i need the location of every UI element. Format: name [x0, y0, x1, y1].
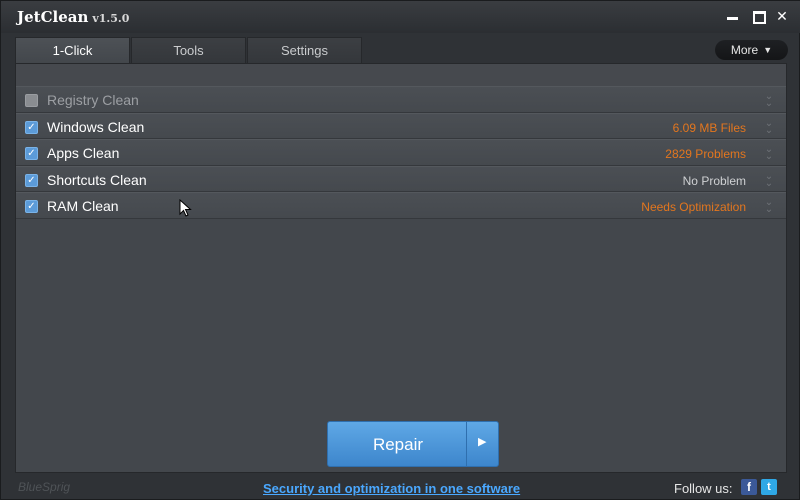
twitter-icon[interactable]: t: [761, 479, 777, 495]
shortcuts-checkbox[interactable]: ✓: [25, 173, 38, 187]
panel-header: [16, 64, 786, 86]
app-window: JetClean v1.5.0 ✕ 1-Click Tools Settings …: [0, 0, 800, 500]
clean-item-status: 2829 Problems: [665, 147, 746, 161]
app-version: v1.5.0: [92, 12, 130, 25]
expand-icon[interactable]: ⌄ ⌄: [764, 171, 774, 188]
repair-button[interactable]: Repair ▶: [327, 421, 499, 467]
registry-checkbox[interactable]: ✓: [25, 94, 38, 107]
tagline-link[interactable]: Security and optimization in one softwar…: [263, 481, 520, 496]
expand-icon[interactable]: ⌄ ⌄: [764, 145, 774, 162]
ram-checkbox[interactable]: ✓: [25, 200, 38, 213]
facebook-icon[interactable]: f: [741, 479, 757, 495]
clean-item-apps[interactable]: ✓ Apps Clean 2829 Problems ⌄ ⌄: [16, 139, 786, 166]
minimize-icon[interactable]: [723, 6, 743, 26]
close-icon[interactable]: ✕: [772, 6, 792, 26]
clean-panel: ✓ Registry Clean ⌄⌄ ✓ Windows Clean 6.09…: [15, 63, 787, 473]
maximize-icon[interactable]: [749, 6, 769, 26]
clean-item-status: Needs Optimization: [641, 200, 746, 214]
expand-icon[interactable]: ⌄ ⌄: [764, 92, 774, 109]
clean-item-registry[interactable]: ✓ Registry Clean ⌄⌄: [16, 86, 786, 113]
arrow-right-icon[interactable]: ▶: [478, 435, 486, 448]
brand-logo: BlueSprig: [18, 480, 71, 494]
tab-settings[interactable]: Settings: [247, 37, 362, 63]
clean-item-label: RAM Clean: [47, 198, 119, 214]
app-name: JetClean: [17, 8, 89, 26]
repair-divider: [466, 422, 467, 466]
clean-item-label: Windows Clean: [47, 118, 145, 135]
clean-item-label: Apps Clean: [47, 145, 120, 161]
clean-item-label: Registry Clean: [47, 92, 139, 108]
clean-item-windows[interactable]: ✓ Windows Clean 6.09 MB Files ⌄ ⌄: [16, 112, 786, 139]
windows-checkbox[interactable]: ✓: [25, 120, 38, 134]
clean-item-status: 6.09 MB Files: [672, 120, 746, 135]
apps-checkbox[interactable]: ✓: [25, 147, 38, 160]
title-bar[interactable]: JetClean v1.5.0 ✕: [1, 1, 800, 33]
repair-button-label: Repair: [372, 435, 424, 454]
footer: BlueSprig Security and optimization in o…: [1, 475, 800, 500]
follow-us-label: Follow us:: [674, 481, 733, 496]
expand-icon[interactable]: ⌄ ⌄: [764, 198, 774, 215]
tab-tools[interactable]: Tools: [131, 37, 246, 63]
expand-icon[interactable]: ⌄ ⌄: [764, 118, 774, 135]
more-button[interactable]: More ▼: [715, 40, 788, 60]
mouse-cursor-icon: [179, 199, 192, 217]
clean-item-label: Shortcuts Clean: [47, 171, 147, 188]
app-title: JetClean v1.5.0: [17, 8, 129, 26]
tab-bar: 1-Click Tools Settings More ▼: [15, 37, 788, 63]
clean-item-ram[interactable]: ✓ RAM Clean Needs Optimization ⌄ ⌄: [16, 192, 786, 219]
clean-list: ✓ Registry Clean ⌄⌄ ✓ Windows Clean 6.09…: [16, 86, 786, 219]
chevron-down-icon: ▼: [763, 45, 773, 55]
more-button-label: More: [730, 43, 759, 57]
clean-item-shortcuts[interactable]: ✓ Shortcuts Clean No Problem ⌄ ⌄: [16, 165, 786, 192]
clean-item-status: No Problem: [682, 173, 746, 188]
tab-1-click[interactable]: 1-Click: [15, 37, 130, 63]
